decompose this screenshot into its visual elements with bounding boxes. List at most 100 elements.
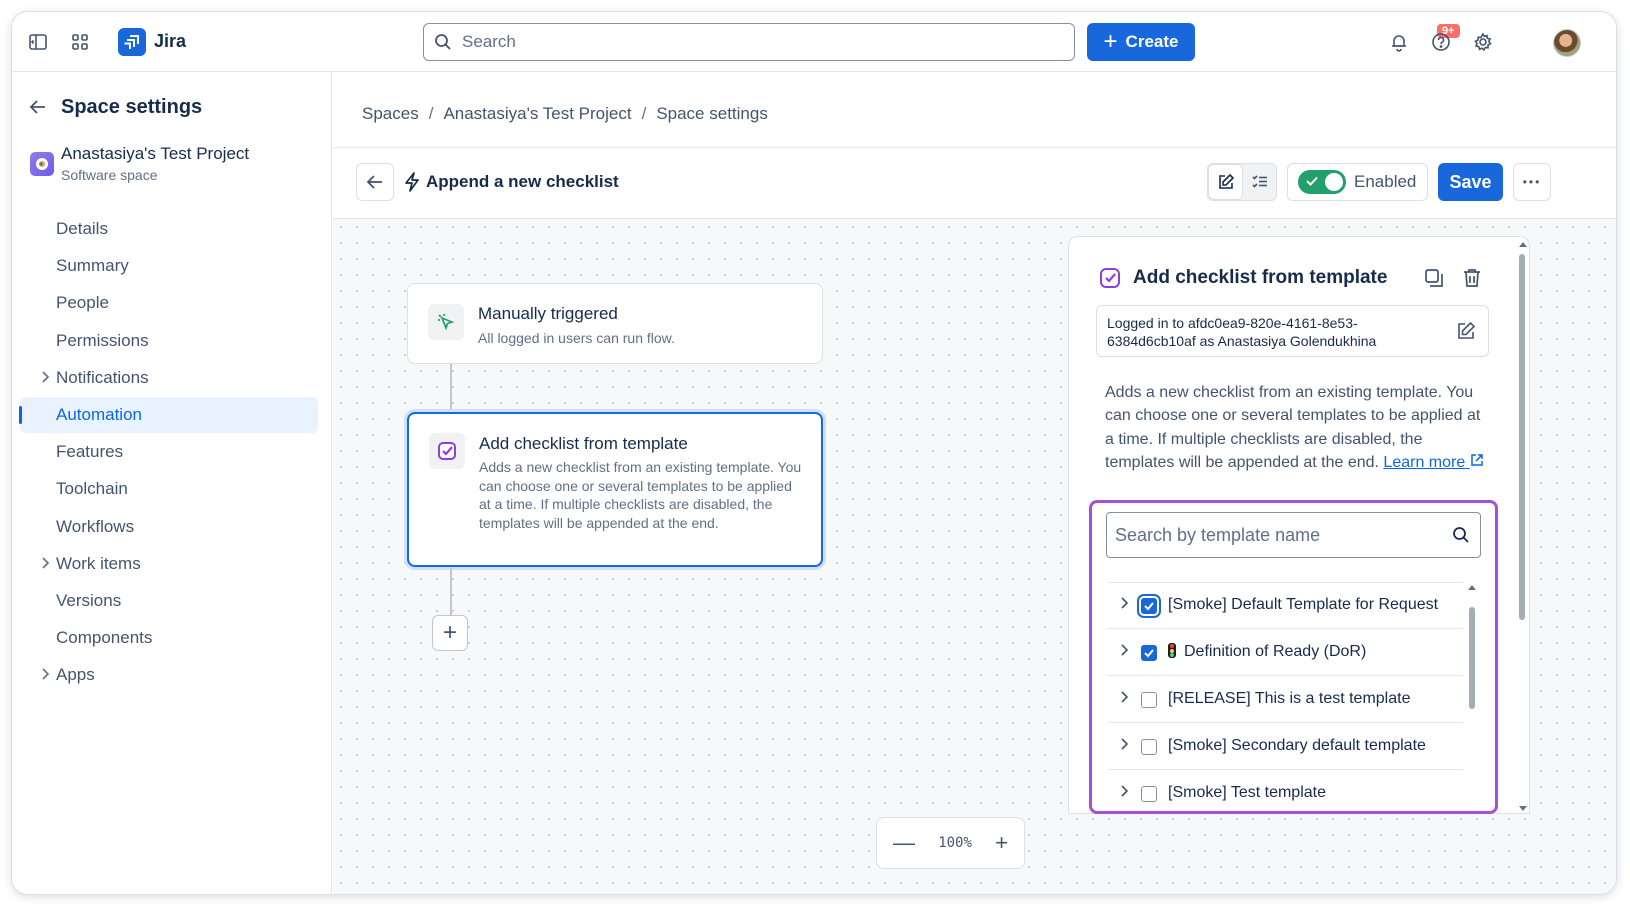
template-checkbox[interactable] — [1141, 786, 1157, 802]
template-row[interactable]: [RELEASE] This is a test template — [1108, 676, 1463, 723]
flow-connector — [450, 568, 452, 615]
chevron-right-icon[interactable] — [1117, 596, 1131, 610]
trigger-description: All logged in users can run flow. — [478, 330, 675, 346]
chevron-right-icon[interactable] — [1117, 690, 1131, 704]
top-navigation-bar: Jira Search + Create 9+ — [12, 12, 1616, 72]
sidebar-item-apps[interactable]: Apps — [20, 657, 318, 693]
sidebar-item-people[interactable]: People — [20, 285, 318, 321]
sidebar-item-workflows[interactable]: Workflows — [20, 509, 318, 545]
chevron-right-icon[interactable] — [1117, 643, 1131, 657]
sidebar-item-work-items[interactable]: Work items — [20, 546, 318, 582]
help-icon[interactable] — [1429, 30, 1453, 54]
breadcrumb-space-settings[interactable]: Space settings — [656, 104, 768, 123]
project-name[interactable]: Anastasiya's Test Project — [61, 144, 249, 164]
template-row[interactable]: Definition of Ready (DoR) — [1108, 629, 1463, 676]
app-window: Jira Search + Create 9+ Space settings A… — [12, 12, 1616, 894]
rule-title[interactable]: Append a new checklist — [404, 172, 619, 192]
zoom-level: 100% — [938, 835, 972, 851]
template-label: [RELEASE] This is a test template — [1168, 690, 1411, 707]
trigger-title: Manually triggered — [478, 304, 618, 323]
sidebar-item-details[interactable]: Details — [20, 211, 318, 247]
flow-connector — [450, 364, 452, 412]
notifications-bell-icon[interactable] — [1387, 30, 1411, 54]
edit-connection-icon[interactable] — [1456, 321, 1476, 341]
template-label: [Smoke] Test template — [1168, 784, 1326, 801]
template-row[interactable]: [Smoke] Test template — [1108, 770, 1463, 811]
sidebar-item-label: Features — [56, 442, 124, 462]
search-icon — [1453, 527, 1469, 543]
sidebar-item-notifications[interactable]: Notifications — [20, 360, 318, 396]
template-checkbox[interactable] — [1141, 598, 1157, 614]
project-avatar-icon — [30, 152, 54, 176]
connection-info-box: Logged in to afdc0ea9-820e-4161-8e53-638… — [1096, 305, 1489, 357]
back-arrow-icon[interactable] — [27, 96, 49, 118]
breadcrumb-separator: / — [641, 104, 647, 123]
template-row[interactable]: [Smoke] Default Template for Request — [1108, 582, 1463, 629]
more-dots-icon: ••• — [1522, 175, 1542, 189]
sidebar-item-automation[interactable]: Automation — [19, 397, 318, 433]
panel-title: Add checklist from template — [1133, 267, 1388, 288]
chevron-right-icon[interactable] — [1117, 737, 1131, 751]
sidebar-item-summary[interactable]: Summary — [20, 248, 318, 284]
user-avatar[interactable] — [1553, 29, 1581, 57]
sidebar-item-label: Versions — [56, 591, 122, 610]
app-name[interactable]: Jira — [154, 31, 186, 52]
create-label: Create — [1125, 32, 1179, 51]
breadcrumb-project[interactable]: Anastasiya's Test Project — [443, 104, 631, 123]
template-list-scrollbar[interactable] — [1469, 607, 1475, 709]
sidebar-title: Space settings — [61, 96, 203, 118]
chevron-right-icon[interactable] — [1117, 784, 1131, 798]
breadcrumb-spaces[interactable]: Spaces — [362, 104, 419, 123]
rule-title-text: Append a new checklist — [426, 172, 619, 191]
sidebar-item-permissions[interactable]: Permissions — [20, 323, 318, 359]
sidebar-toggle-icon[interactable] — [26, 30, 50, 54]
traffic-light-icon — [1168, 643, 1176, 658]
chevron-right-icon[interactable] — [38, 370, 52, 384]
sidebar-item-label: Work items — [56, 553, 141, 573]
chevron-right-icon[interactable] — [38, 556, 52, 570]
more-actions-button[interactable]: ••• — [1513, 163, 1551, 201]
rule-enabled-toggle[interactable]: Enabled — [1287, 163, 1428, 201]
template-checkbox[interactable] — [1141, 692, 1157, 708]
jira-logo-icon[interactable] — [118, 28, 146, 56]
toggle-switch[interactable] — [1298, 170, 1346, 194]
trigger-card[interactable]: Manually triggered All logged in users c… — [407, 283, 823, 364]
template-label: [Smoke] Secondary default template — [1168, 737, 1426, 754]
template-checkbox[interactable] — [1141, 645, 1157, 661]
sidebar-item-label: Notifications — [56, 367, 149, 387]
zoom-out-button[interactable]: — — [893, 830, 915, 856]
template-search-input[interactable]: Search by template name — [1106, 512, 1481, 558]
sidebar-item-versions[interactable]: Versions — [20, 583, 318, 619]
list-view-icon[interactable] — [1243, 164, 1276, 200]
template-list: [Smoke] Default Template for Request Defi… — [1108, 582, 1463, 811]
sidebar-item-components[interactable]: Components — [20, 620, 318, 656]
template-row[interactable]: [Smoke] Secondary default template — [1108, 723, 1463, 770]
create-button[interactable]: + Create — [1087, 23, 1195, 61]
template-label: Definition of Ready (DoR) — [1168, 643, 1366, 661]
sidebar-item-label: Automation — [56, 405, 142, 424]
sidebar-item-toolchain[interactable]: Toolchain — [20, 471, 318, 507]
edit-view-icon[interactable] — [1209, 165, 1242, 199]
panel-description: Adds a new checklist from an existing te… — [1105, 381, 1485, 475]
zoom-in-button[interactable]: + — [995, 830, 1008, 856]
rule-back-button[interactable] — [356, 163, 394, 201]
panel-scroll-up-icon[interactable] — [1519, 242, 1527, 247]
external-link-icon — [1470, 454, 1483, 466]
save-button[interactable]: Save — [1438, 163, 1503, 201]
add-step-button[interactable]: + — [432, 615, 468, 651]
chevron-right-icon[interactable] — [38, 667, 52, 681]
search-input[interactable]: Search — [423, 23, 1075, 61]
list-scroll-up-icon[interactable] — [1468, 585, 1476, 590]
checklist-icon — [1100, 268, 1120, 288]
settings-gear-icon[interactable] — [1471, 30, 1495, 54]
app-switcher-icon[interactable] — [68, 30, 92, 54]
action-card-selected[interactable]: Add checklist from template Adds a new c… — [407, 412, 823, 567]
panel-scrollbar[interactable] — [1519, 254, 1525, 620]
panel-scroll-down-icon[interactable] — [1519, 806, 1527, 811]
delete-trash-icon[interactable] — [1461, 267, 1483, 289]
sidebar-item-features[interactable]: Features — [20, 434, 318, 470]
template-checkbox[interactable] — [1141, 739, 1157, 755]
breadcrumb-separator: / — [428, 104, 434, 123]
duplicate-icon[interactable] — [1423, 267, 1445, 289]
learn-more-link[interactable]: Learn more — [1383, 454, 1483, 471]
